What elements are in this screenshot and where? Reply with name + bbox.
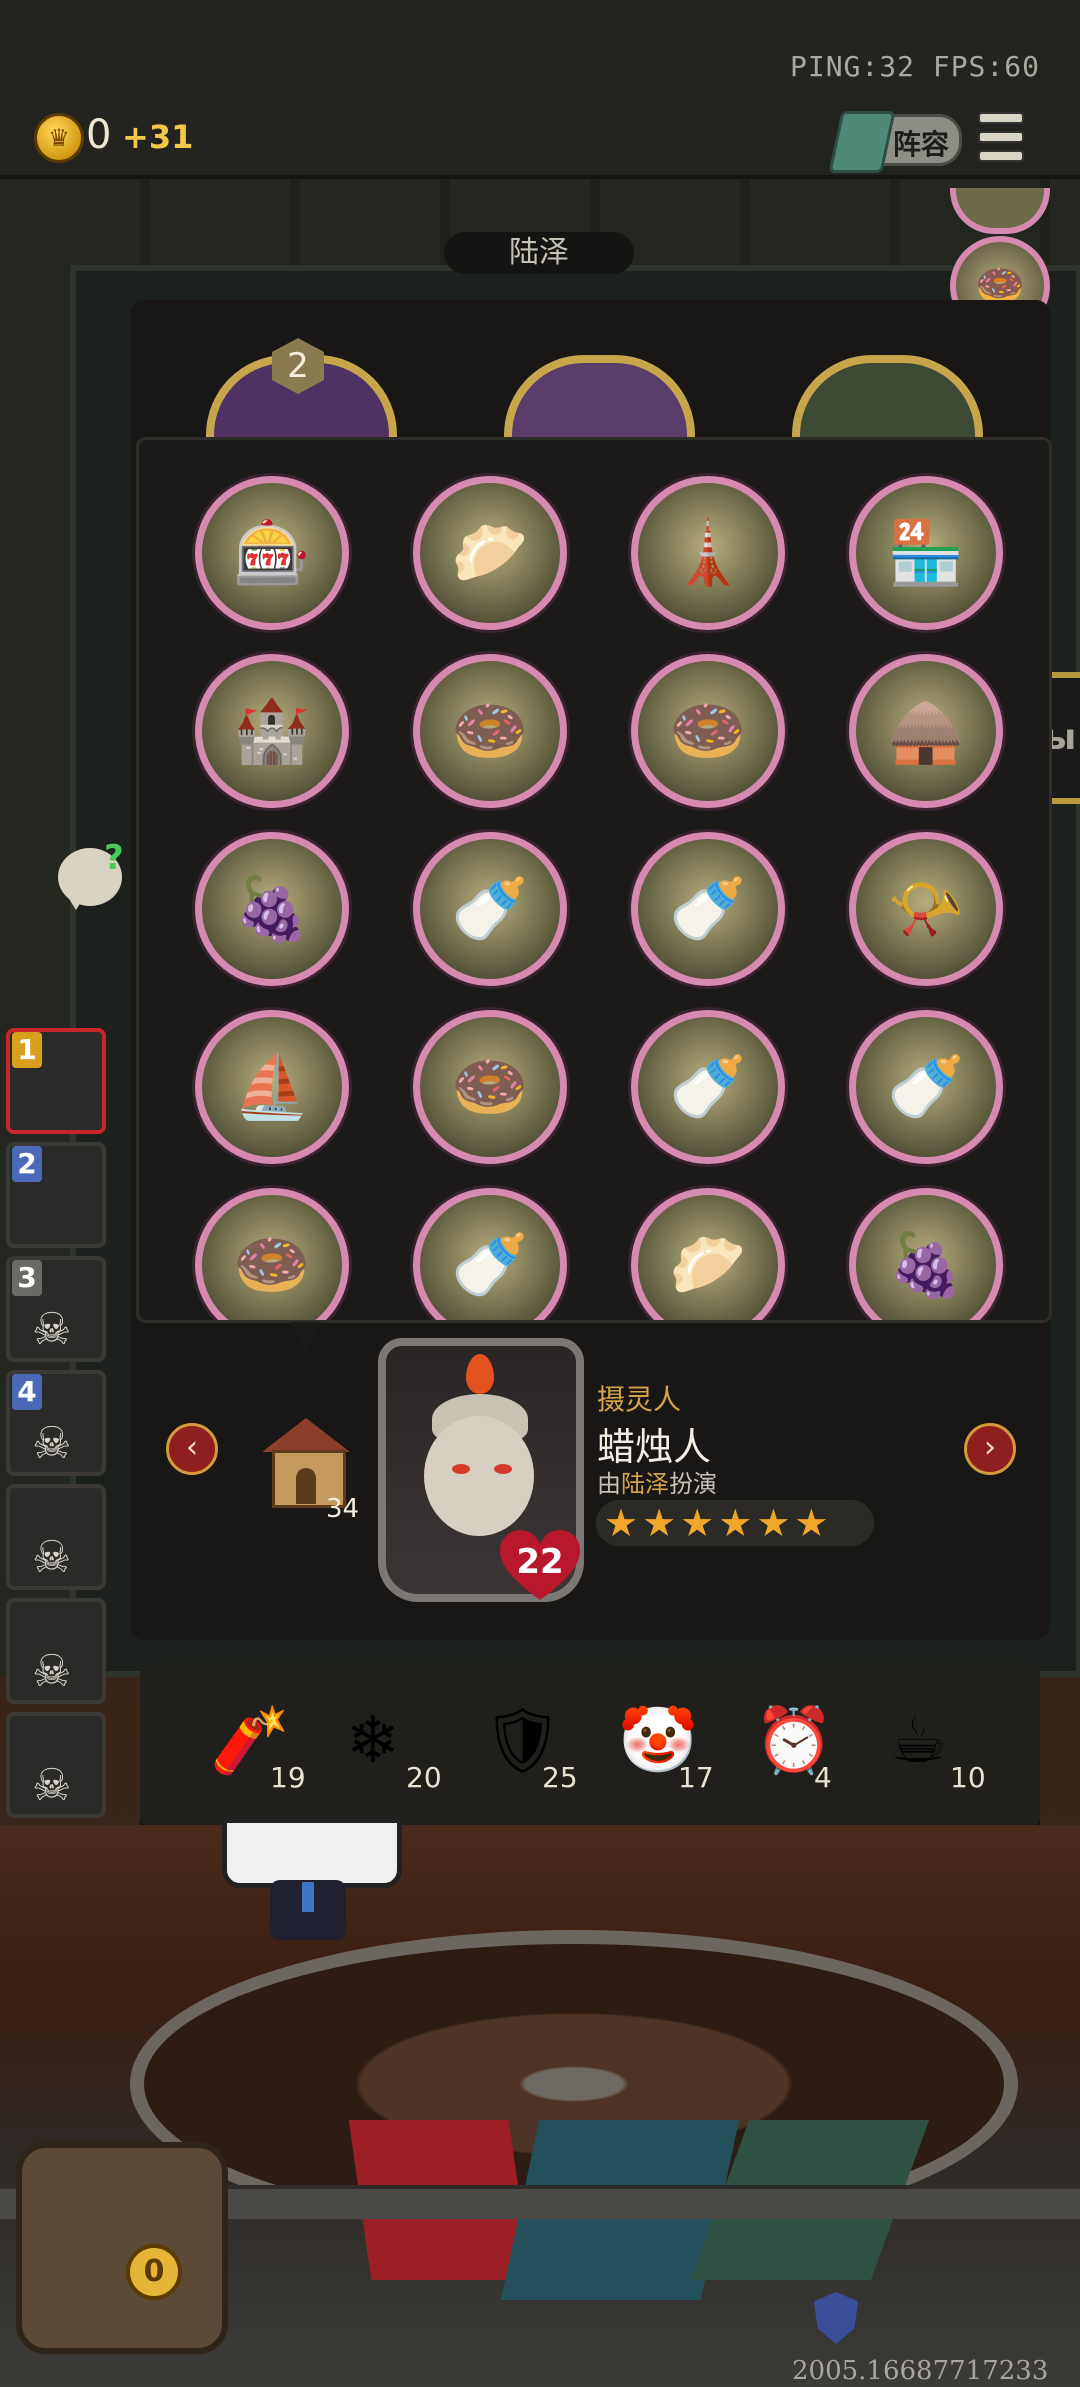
inventory-bar: 🧨 19 ❄ 20 🛡 25 🤡 17 ⏰ 4 ☕ 10	[140, 1663, 1040, 1827]
menu-icon[interactable]	[978, 112, 1024, 162]
player-slot[interactable]: 1	[6, 1028, 106, 1134]
candle-flame-icon	[466, 1354, 494, 1394]
inventory-count: 20	[406, 1761, 442, 1794]
treasure-chest[interactable]: 0	[16, 2142, 228, 2354]
chat-question-icon: ?	[104, 838, 124, 878]
coin-amount: 0	[86, 112, 112, 158]
coin-income: +31	[122, 118, 194, 156]
character-name: 蜡烛人	[597, 1425, 712, 1469]
milk-bottle-house-icon[interactable]: 🍼	[849, 1010, 1003, 1164]
inventory-count: 19	[270, 1761, 306, 1794]
milk-bottle-house-icon[interactable]: 🍼	[413, 1188, 567, 1320]
donut-cannon-icon[interactable]: 🍩	[413, 1010, 567, 1164]
player-slot[interactable]: 3 ☠	[6, 1256, 106, 1362]
inventory-slot[interactable]: ❄ 20	[346, 1701, 456, 1801]
donut-cannon-icon[interactable]: 🍩	[631, 654, 785, 808]
star-icon: ★	[794, 1501, 829, 1545]
inventory-slot[interactable]: 🛡 25	[482, 1701, 592, 1801]
version-text: 2005.16687717233	[792, 2356, 1049, 2386]
star-rating: ★ ★ ★ ★ ★ ★	[596, 1500, 874, 1546]
grape-syringe-icon[interactable]: 🍇	[849, 1188, 1003, 1320]
golden-pastry-icon[interactable]: 🥟	[413, 476, 567, 630]
star-icon: ★	[642, 1501, 677, 1545]
item-grid: 🎰 🥟 🗼 🏪 🏰 🍩 🍩 🛖 🍇 🍼 🍼 📯 ⛵ 🍩 🍼 🍼 🍩 🍼 🥟 🍇	[195, 476, 1015, 1320]
house-icon	[262, 1418, 350, 1508]
book-icon	[828, 111, 896, 173]
player-slot[interactable]: ☠	[6, 1712, 106, 1818]
ping-fps-readout: PING:32 FPS:60	[789, 50, 1040, 83]
robot-avatar[interactable]	[222, 1818, 402, 1968]
prev-character-button[interactable]: ‹	[166, 1423, 218, 1475]
milk-bottle-house-icon[interactable]: 🍼	[631, 1010, 785, 1164]
player-number: 2	[12, 1146, 42, 1182]
popup-pointer	[290, 1322, 322, 1352]
coin-icon: ♛	[34, 113, 84, 163]
character-actor: 由陆泽扮演	[597, 1470, 717, 1498]
item-grid-popup: 🎰 🥟 🗼 🏪 🏰 🍩 🍩 🛖 🍇 🍼 🍼 📯 ⛵ 🍩 🍼 🍼 🍩 🍼 🥟 🍇	[136, 437, 1052, 1323]
alarm-clock-icon: ⏰	[754, 1704, 834, 1778]
star-icon: ★	[718, 1501, 753, 1545]
skull-icon: ☠	[32, 1760, 72, 1811]
inventory-slot[interactable]: 🧨 19	[210, 1701, 320, 1801]
lighthouse-icon[interactable]: 🗼	[631, 476, 785, 630]
pink-gramophone-icon[interactable]: 📯	[849, 832, 1003, 986]
skull-icon: ☠	[32, 1646, 72, 1697]
skull-icon: ☠	[32, 1532, 72, 1583]
chest-count: 0	[126, 2244, 182, 2300]
grape-syringe-icon[interactable]: 🍇	[195, 832, 349, 986]
player-slot[interactable]: ☠	[6, 1484, 106, 1590]
donut-cannon-icon[interactable]: 🍩	[413, 654, 567, 808]
inventory-slot[interactable]: ⏰ 4	[754, 1701, 864, 1801]
inventory-slot[interactable]: ☕ 10	[890, 1701, 1000, 1801]
market-stall-icon[interactable]: 🏪	[849, 476, 1003, 630]
star-icon: ★	[604, 1501, 639, 1545]
health-value: 22	[516, 1542, 564, 1582]
player-slot[interactable]: 2	[6, 1142, 106, 1248]
lineup-label: 阵容	[893, 128, 950, 161]
inventory-count: 17	[678, 1761, 714, 1794]
inventory-count: 10	[950, 1761, 986, 1794]
house-count: 34	[326, 1494, 360, 1524]
health-heart: 22	[500, 1530, 580, 1602]
milk-bottle-house-icon[interactable]: 🍼	[413, 832, 567, 986]
player-name: 陆泽	[444, 232, 634, 274]
star-icon: ★	[680, 1501, 715, 1545]
next-character-button[interactable]: ›	[964, 1423, 1016, 1475]
milk-bottle-house-icon[interactable]: 🍼	[631, 832, 785, 986]
skull-icon: ☠	[32, 1418, 72, 1469]
sailing-ship-icon[interactable]: ⛵	[195, 1010, 349, 1164]
golden-pastry-icon[interactable]: 🥟	[631, 1188, 785, 1320]
gacha-machine-icon[interactable]: 🎰	[195, 476, 349, 630]
skull-icon: ☠	[32, 1304, 72, 1355]
inventory-slot[interactable]: 🤡 17	[618, 1701, 728, 1801]
castle-icon[interactable]: 🏰	[195, 654, 349, 808]
player-slot[interactable]: 4 ☠	[6, 1370, 106, 1476]
lineup-button[interactable]: 阵容	[828, 111, 962, 173]
player-number: 4	[12, 1374, 42, 1410]
star-icon: ★	[756, 1501, 791, 1545]
character-role: 摄灵人	[597, 1383, 682, 1416]
player-number: 3	[12, 1260, 42, 1296]
grain-barn-icon[interactable]: 🛖	[849, 654, 1003, 808]
player-slot[interactable]: ☠	[6, 1598, 106, 1704]
donut-cannon-icon[interactable]: 🍩	[195, 1188, 349, 1320]
player-number: 1	[12, 1032, 42, 1068]
inventory-count: 25	[542, 1761, 578, 1794]
inventory-count: 4	[814, 1761, 832, 1794]
